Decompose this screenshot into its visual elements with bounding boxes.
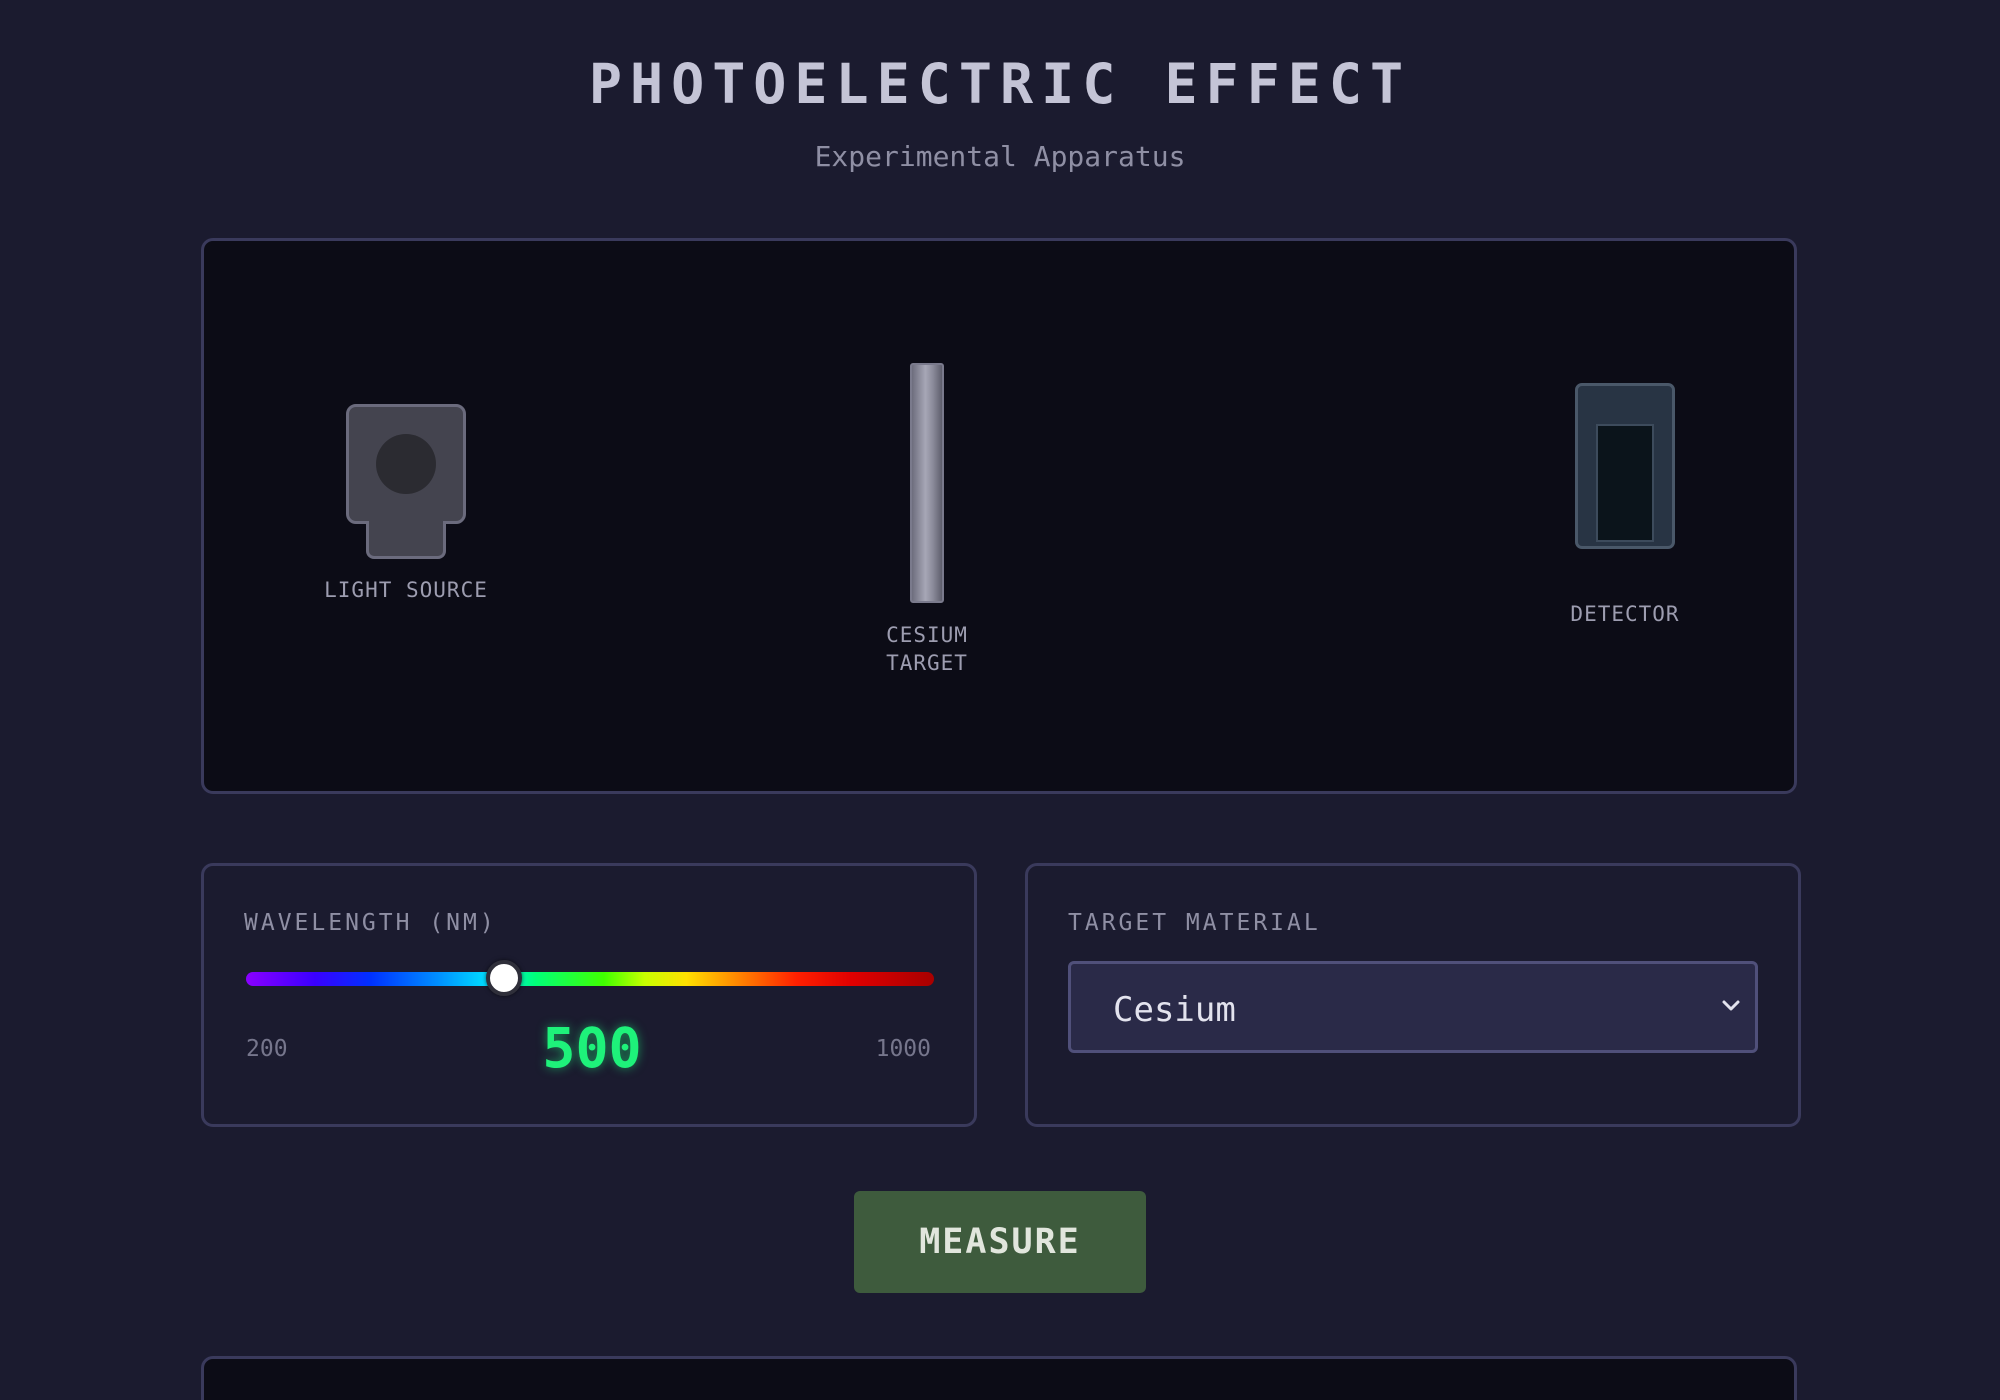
wavelength-value: 500 (542, 1016, 642, 1080)
chevron-down-icon (1722, 1000, 1740, 1011)
target-label: CESIUM TARGET (827, 621, 1027, 677)
wavelength-slider-track[interactable] (246, 972, 934, 986)
photoelectric-app: PHOTOELECTRIC EFFECT Experimental Appara… (0, 0, 2000, 1400)
wavelength-label: WAVELENGTH (NM) (244, 910, 497, 936)
wavelength-panel: WAVELENGTH (NM) 200 500 1000 (201, 863, 977, 1127)
results-panel (201, 1356, 1797, 1400)
light-source-label: LIGHT SOURCE (324, 578, 488, 602)
light-source-body (346, 404, 466, 524)
wavelength-slider-thumb[interactable] (486, 960, 522, 996)
light-source-lens (376, 434, 436, 494)
page-subtitle: Experimental Apparatus (814, 140, 1186, 173)
material-panel: TARGET MATERIAL Cesium (1025, 863, 1801, 1127)
detector-window (1596, 424, 1654, 542)
material-select[interactable]: Cesium (1068, 961, 1758, 1053)
wavelength-max-label: 1000 (875, 1036, 931, 1062)
target-label-line1: CESIUM (886, 623, 968, 647)
cesium-target (910, 363, 944, 603)
target-label-line2: TARGET (886, 651, 968, 675)
measure-button[interactable]: MEASURE (854, 1191, 1146, 1293)
light-source-base (366, 521, 446, 559)
detector-label: DETECTOR (1570, 602, 1680, 626)
material-label: TARGET MATERIAL (1068, 910, 1321, 936)
apparatus-view: LIGHT SOURCE CESIUM TARGET DETECTOR (201, 238, 1797, 794)
material-select-value: Cesium (1113, 990, 1236, 1030)
detector (1575, 383, 1675, 549)
page-title: PHOTOELECTRIC EFFECT (588, 52, 1412, 116)
